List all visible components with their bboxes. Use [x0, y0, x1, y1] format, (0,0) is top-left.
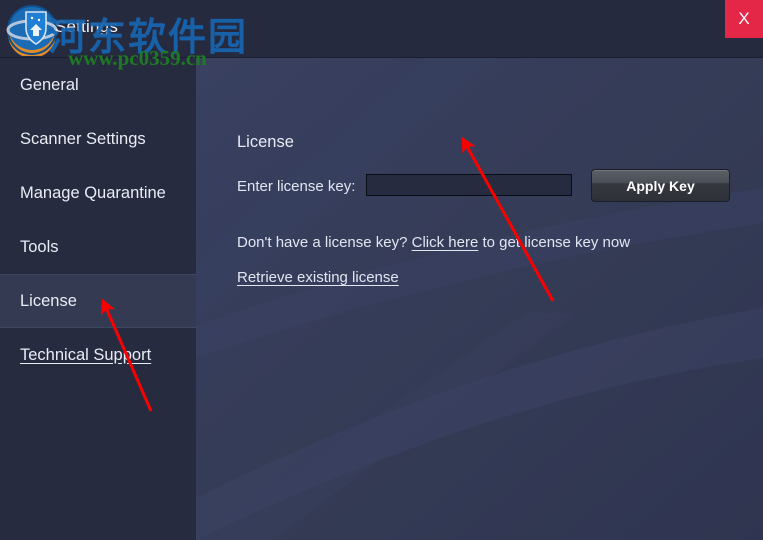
main-content-panel: License Enter license key: Apply Key Don…	[196, 58, 763, 540]
license-hint-row: Don't have a license key? Click here to …	[237, 234, 630, 251]
panel-background-decoration	[196, 58, 763, 540]
license-key-input[interactable]	[366, 174, 572, 196]
settings-sidebar: General Scanner Settings Manage Quaranti…	[0, 58, 196, 540]
app-logo-icon	[6, 5, 58, 56]
settings-window: License Enter license key: Apply Key Don…	[0, 0, 763, 540]
sidebar-item-label: Manage Quarantine	[20, 183, 166, 202]
sidebar-item-label: License	[20, 291, 77, 310]
retrieve-existing-license-link[interactable]: Retrieve existing license	[237, 269, 399, 286]
license-key-label: Enter license key:	[237, 178, 356, 195]
sidebar-item-technical-support[interactable]: Technical Support	[0, 328, 196, 382]
close-button[interactable]: X	[725, 0, 763, 38]
click-here-link[interactable]: Click here	[412, 234, 479, 251]
sidebar-item-label: Scanner Settings	[20, 129, 146, 148]
sidebar-item-tools[interactable]: Tools	[0, 220, 196, 274]
title-bar-divider	[0, 57, 763, 58]
sidebar-item-scanner-settings[interactable]: Scanner Settings	[0, 112, 196, 166]
apply-key-button[interactable]: Apply Key	[591, 169, 730, 202]
sidebar-item-label: Technical Support	[20, 345, 152, 364]
section-title: License	[237, 133, 294, 151]
sidebar-item-manage-quarantine[interactable]: Manage Quarantine	[0, 166, 196, 220]
window-title: Settings	[55, 17, 119, 36]
hint-prefix-text: Don't have a license key?	[237, 234, 412, 251]
hint-suffix-text: to get license key now	[478, 234, 631, 251]
sidebar-item-license[interactable]: License	[0, 274, 196, 328]
sidebar-item-label: Tools	[20, 237, 59, 256]
sidebar-item-label: General	[20, 75, 79, 94]
sidebar-item-general[interactable]: General	[0, 58, 196, 112]
